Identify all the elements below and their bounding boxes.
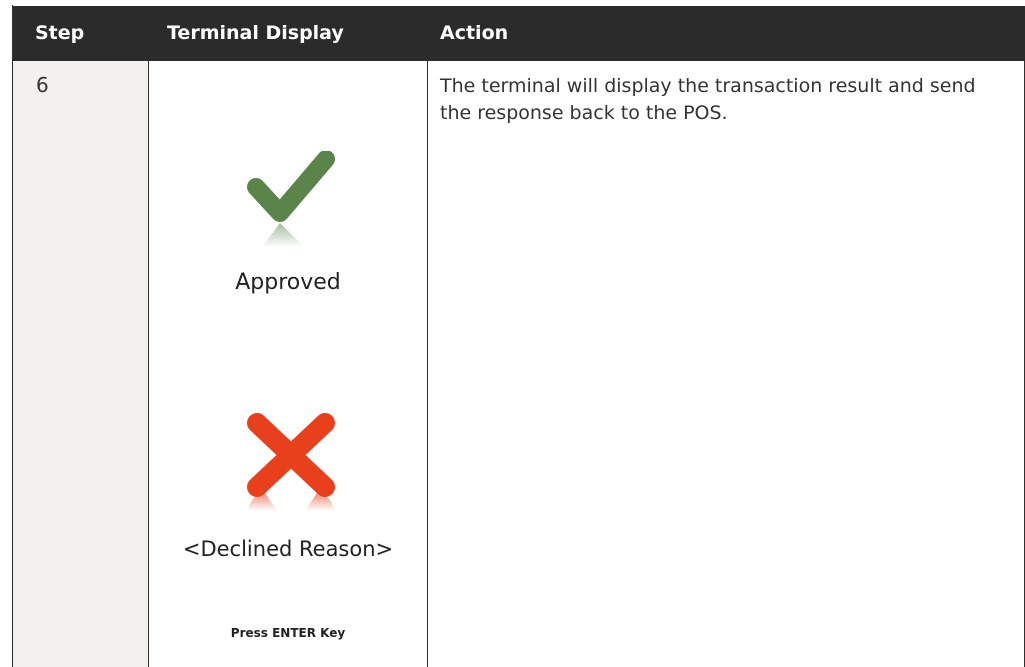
action-description: The terminal will display the transactio… [440, 75, 976, 124]
header-action: Action [440, 22, 509, 44]
approved-label: Approved [235, 270, 341, 295]
red-x-icon [247, 413, 335, 511]
header-step: Step [35, 22, 85, 44]
declined-reason-label: <Declined Reason> [182, 537, 394, 561]
green-checkmark-icon [247, 151, 335, 247]
press-enter-label: Press ENTER Key [230, 626, 346, 640]
table-row: 6 Approved <Declined Reason> Press ENTER… [13, 61, 1025, 667]
steps-table: Step Terminal Display Action 6 Approved [12, 5, 1025, 667]
table-header-row: Step Terminal Display Action [13, 5, 1025, 61]
header-terminal-display: Terminal Display [167, 22, 344, 44]
step-cell: 6 [13, 61, 149, 667]
action-cell: The terminal will display the transactio… [428, 61, 1025, 667]
terminal-display-cell: Approved <Declined Reason> Press ENTER K… [149, 61, 428, 667]
step-number: 6 [36, 73, 49, 97]
